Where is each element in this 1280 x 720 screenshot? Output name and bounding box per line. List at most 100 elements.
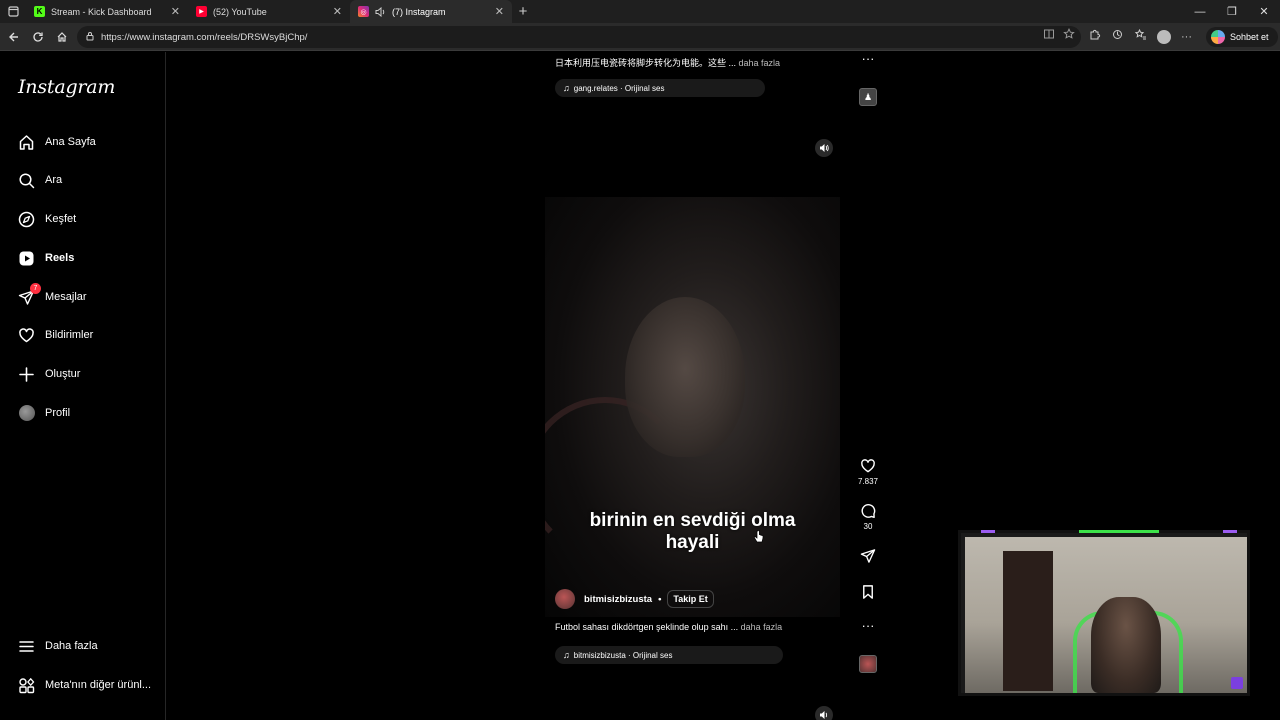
tab-instagram[interactable]: ◎ (7) Instagram ✕ [350, 0, 512, 23]
sidebar-item-messages[interactable]: 7 Mesajlar [18, 282, 87, 307]
reel-caption[interactable]: Futbol sahası dikdörtgen şeklinde olup s… [555, 622, 782, 632]
tab-title: (7) Instagram [392, 6, 446, 17]
sidebar-item-label: Keşfet [45, 213, 77, 225]
more-options-icon[interactable]: ··· [1181, 31, 1192, 43]
comment-button[interactable]: 30 [855, 503, 881, 531]
reel-audio[interactable]: ♫ bitmisizbizusta · Orijinal ses [555, 646, 783, 664]
minimize-button[interactable]: — [1184, 0, 1216, 23]
sidebar-item-meta-apps[interactable]: Meta'nın diğer ürünl... [18, 675, 151, 695]
more-link[interactable]: daha fazla [741, 622, 783, 632]
frame-accent [1079, 530, 1159, 533]
audio-thumbnail-icon: ♟ [859, 88, 877, 106]
sidebar-item-label: Reels [45, 252, 75, 264]
url-text: https://www.instagram.com/reels/DRSWsyBj… [101, 31, 308, 43]
sidebar-item-label: Bildirimler [45, 329, 94, 341]
browser-tab-bar: K Stream - Kick Dashboard ✕ ▶ (52) YouTu… [0, 0, 1280, 23]
frame-accent [981, 530, 995, 533]
sidebar-item-label: Profil [45, 407, 71, 419]
audio-thumb[interactable] [855, 655, 881, 673]
sidebar-item-more[interactable]: Daha fazla [18, 636, 98, 656]
sidebar-item-label: Daha fazla [45, 640, 98, 652]
notification-badge: 7 [30, 282, 41, 294]
reading-view-icon[interactable] [1043, 28, 1055, 43]
profile-avatar [18, 405, 35, 422]
back-button[interactable] [2, 25, 26, 49]
caption-text: 日本利用压电瓷砖将脚步转化为电能。这些 ... [555, 58, 737, 68]
tab-kick-dashboard[interactable]: K Stream - Kick Dashboard ✕ [26, 0, 188, 23]
follow-button[interactable]: Takip Et [667, 590, 714, 608]
home-icon [18, 134, 35, 151]
background-shelf [1003, 551, 1053, 691]
more-options-icon: ··· [861, 51, 875, 66]
search-icon [18, 172, 35, 189]
address-bar[interactable]: https://www.instagram.com/reels/DRSWsyBj… [77, 26, 1081, 48]
sidebar-item-explore[interactable]: Keşfet [18, 209, 76, 229]
profile-avatar[interactable] [1157, 30, 1171, 44]
sidebar-item-reels[interactable]: Reels [18, 248, 74, 268]
sidebar-item-label: Mesajlar [45, 291, 87, 303]
favorite-star-icon[interactable] [1063, 28, 1075, 43]
separator-dot: • [658, 593, 662, 605]
new-tab-button[interactable]: + [512, 0, 534, 23]
sidebar-item-profile[interactable]: Profil [18, 403, 70, 423]
explore-icon [18, 211, 35, 228]
tab-youtube[interactable]: ▶ (52) YouTube ✕ [188, 0, 350, 23]
reel-video[interactable] [545, 197, 840, 617]
sidebar-item-search[interactable]: Ara [18, 170, 62, 190]
video-frame-figure [625, 297, 745, 457]
sidebar-item-create[interactable]: Oluştur [18, 364, 80, 384]
speaker-icon [820, 711, 828, 719]
menu-icon [18, 638, 35, 655]
share-button[interactable] [855, 548, 881, 564]
extensions-icon[interactable] [1088, 28, 1101, 46]
more-options-button[interactable]: ··· [855, 619, 881, 632]
sidebar-item-notifications[interactable]: Bildirimler [18, 325, 93, 345]
save-button[interactable] [855, 584, 881, 600]
next-mute-toggle-button[interactable] [815, 706, 833, 720]
mute-toggle-button[interactable] [815, 139, 833, 157]
subtitle-line: hayali [665, 532, 720, 553]
more-link[interactable]: daha fazla [739, 58, 781, 68]
browser-essentials-icon[interactable] [1111, 28, 1124, 46]
sidebar-item-home[interactable]: Ana Sayfa [18, 132, 96, 152]
heart-icon [861, 459, 875, 473]
close-icon[interactable]: ✕ [171, 5, 180, 18]
frame-accent [1223, 530, 1237, 533]
like-button[interactable]: 7.837 [855, 458, 881, 486]
streamer [1091, 597, 1161, 693]
plus-icon [18, 366, 35, 383]
reel-subtitle: birinin en sevdiği olma hayali [545, 510, 840, 554]
reel-actions: ··· ♟ 7.837 30 ··· [855, 52, 881, 720]
site-info-icon[interactable] [85, 31, 95, 44]
webcam-overlay [958, 530, 1250, 696]
reel-viewer[interactable]: 日本利用压电瓷砖将脚步转化为电能。这些 ... daha fazla ♫ gan… [545, 52, 840, 720]
previous-more-options-button[interactable]: ··· [855, 51, 881, 66]
author-avatar[interactable] [555, 589, 575, 609]
browser-toolbar: https://www.instagram.com/reels/DRSWsyBj… [0, 23, 1280, 51]
previous-reel-caption[interactable]: 日本利用压电瓷砖将脚步转化为电能。这些 ... daha fazla [555, 56, 780, 69]
reel-author: bitmisizbizusta • Takip Et [555, 589, 714, 609]
speaker-icon[interactable] [375, 6, 386, 17]
copilot-button[interactable]: Sohbet et [1206, 27, 1278, 47]
previous-audio-thumb[interactable]: ♟ [855, 88, 881, 106]
reels-icon [18, 250, 35, 267]
close-icon[interactable]: ✕ [495, 5, 504, 18]
author-username[interactable]: bitmisizbizusta [584, 594, 652, 605]
audio-label: bitmisizbizusta · Orijinal ses [573, 650, 673, 660]
instagram-logo[interactable]: Instagram [18, 76, 115, 98]
home-button[interactable] [50, 25, 74, 49]
close-icon[interactable]: ✕ [333, 5, 342, 18]
favorites-icon[interactable] [1134, 28, 1147, 46]
copilot-label: Sohbet et [1230, 32, 1269, 42]
mouse-cursor-icon [754, 530, 764, 543]
instagram-sidebar: Instagram Ana Sayfa Ara Keşfet Reels 7 M… [0, 52, 166, 720]
restore-button[interactable]: ❐ [1216, 0, 1248, 23]
previous-reel-audio[interactable]: ♫ gang.relates · Orijinal ses [555, 79, 765, 97]
close-window-button[interactable]: ✕ [1248, 0, 1280, 23]
tab-actions-icon[interactable] [0, 0, 26, 23]
comment-icon [861, 504, 876, 519]
caption-text: Futbol sahası dikdörtgen şeklinde olup s… [555, 622, 739, 632]
reload-button[interactable] [26, 25, 50, 49]
instagram-favicon-icon: ◎ [358, 6, 369, 17]
tab-title: (52) YouTube [213, 6, 267, 17]
